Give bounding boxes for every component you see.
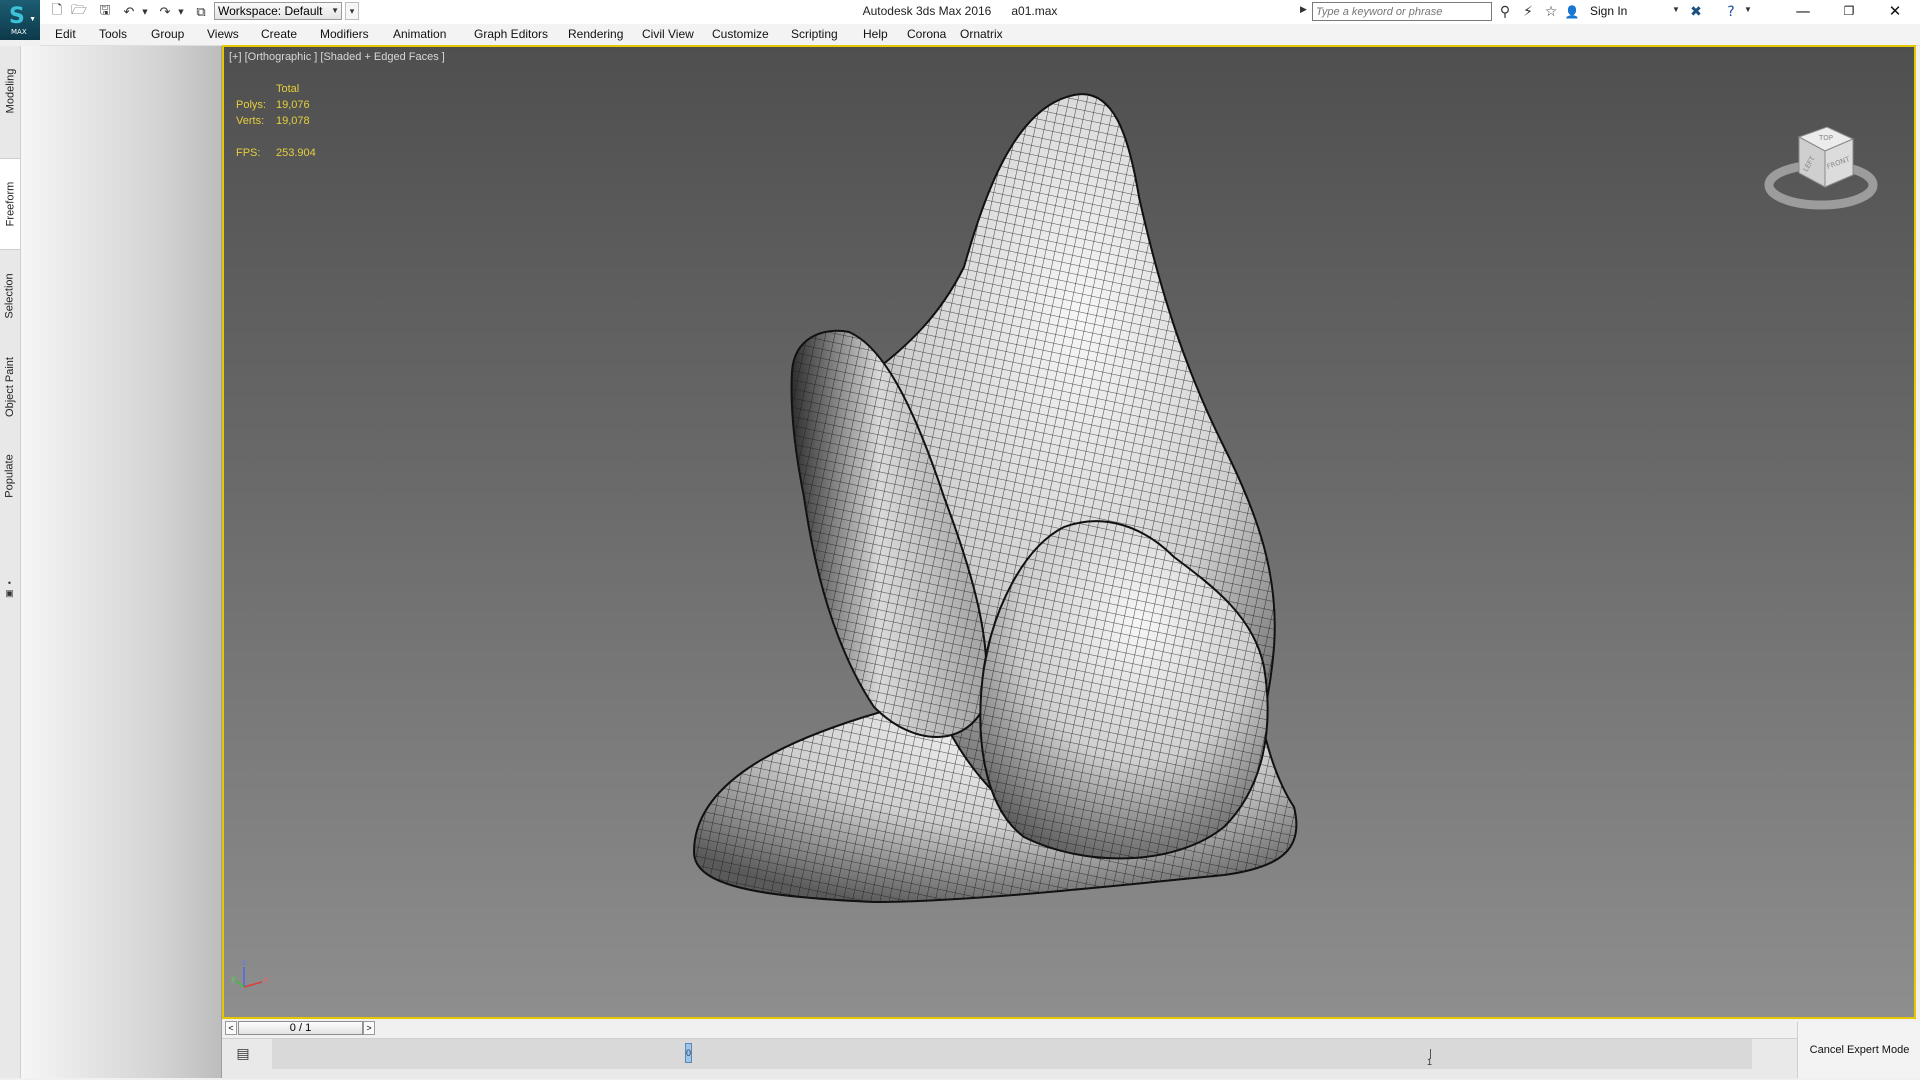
- chevron-down-icon: ▼: [331, 6, 339, 15]
- cancel-expert-mode-button[interactable]: Cancel Expert Mode: [1797, 1022, 1920, 1078]
- ribbon-tab-strip: Modeling Freeform Selection Object Paint…: [0, 46, 21, 1078]
- favorites-star-icon[interactable]: ☆: [1542, 3, 1560, 21]
- viewcube-top-label[interactable]: TOP: [1818, 134, 1833, 142]
- viewport-orthographic[interactable]: [+] [Orthographic ] [Shaded + Edged Face…: [222, 45, 1916, 1019]
- menu-rendering[interactable]: Rendering: [568, 27, 623, 41]
- mini-curve-editor-icon[interactable]: ▤: [234, 1045, 252, 1063]
- workspace-dropdown[interactable]: Workspace: Default ▼: [214, 2, 342, 20]
- ribbon-minimize-icon[interactable]: • ▣: [4, 578, 15, 600]
- close-icon[interactable]: ✕: [1872, 0, 1918, 24]
- chevron-down-icon[interactable]: ▼: [1672, 5, 1680, 14]
- title-bar: S MAX ▼ 🗋 🗁 🖫 ↶ ▼ ↷ ▼ ⧉ Workspace: Defau…: [0, 0, 1920, 40]
- binoculars-icon[interactable]: ⚲: [1496, 3, 1514, 21]
- track-end-label: 1: [1427, 1057, 1433, 1067]
- menu-bar: Edit Tools Group Views Create Modifiers …: [40, 24, 1920, 46]
- track-current-frame-marker[interactable]: 0: [685, 1043, 692, 1063]
- tab-modeling[interactable]: Modeling: [0, 56, 20, 126]
- menu-animation[interactable]: Animation: [393, 27, 446, 41]
- menu-modifiers[interactable]: Modifiers: [320, 27, 369, 41]
- window-title: Autodesk 3ds Max 2016 a01.max: [862, 4, 1058, 18]
- track-bar-timeline[interactable]: 0 1: [272, 1039, 1752, 1069]
- ribbon-panel: [21, 46, 222, 1078]
- app-logo-text: MAX: [11, 28, 27, 36]
- time-slider: < 0 / 1 >: [222, 1020, 1797, 1038]
- open-file-icon[interactable]: 🗁: [70, 3, 88, 21]
- sign-in-link[interactable]: Sign In: [1590, 4, 1627, 18]
- tab-object-paint[interactable]: Object Paint: [0, 342, 20, 432]
- help-icon[interactable]: ?: [1722, 3, 1740, 21]
- communication-center-icon[interactable]: ⚡: [1519, 3, 1537, 21]
- app-logo-icon: S: [9, 4, 25, 29]
- quick-access-customize-icon[interactable]: ▾: [345, 2, 359, 20]
- menu-customize[interactable]: Customize: [712, 27, 769, 41]
- menu-edit[interactable]: Edit: [55, 27, 76, 41]
- workspace-label: Workspace: Default: [218, 4, 323, 18]
- save-icon[interactable]: 🖫: [96, 3, 114, 21]
- time-slider-next-button[interactable]: >: [363, 1021, 375, 1035]
- axis-x-label: x: [264, 975, 269, 984]
- viewcube[interactable]: TOP LEFT FRONT: [1759, 107, 1879, 217]
- chevron-down-icon[interactable]: ▼: [1744, 5, 1752, 14]
- project-folder-icon[interactable]: ⧉: [192, 3, 210, 21]
- menu-ornatrix[interactable]: Ornatrix: [960, 27, 1003, 41]
- tab-populate[interactable]: Populate: [0, 436, 20, 516]
- redo-dropdown-icon[interactable]: ▼: [176, 3, 186, 21]
- menu-tools[interactable]: Tools: [99, 27, 127, 41]
- minimize-icon[interactable]: —: [1780, 0, 1826, 24]
- time-slider-thumb[interactable]: 0 / 1: [238, 1021, 363, 1035]
- menu-views[interactable]: Views: [207, 27, 239, 41]
- menu-create[interactable]: Create: [261, 27, 297, 41]
- restore-icon[interactable]: ❐: [1826, 0, 1872, 24]
- redo-icon[interactable]: ↷: [156, 3, 174, 21]
- time-slider-prev-button[interactable]: <: [225, 1021, 237, 1035]
- menu-group[interactable]: Group: [151, 27, 184, 41]
- undo-icon[interactable]: ↶: [120, 3, 138, 21]
- chevron-down-icon: ▼: [29, 16, 36, 23]
- user-icon[interactable]: 👤: [1563, 3, 1581, 21]
- search-expand-icon[interactable]: ▶: [1300, 4, 1307, 15]
- track-bar: ▤ 0 1: [222, 1038, 1797, 1079]
- application-menu-button[interactable]: S MAX ▼: [0, 0, 40, 40]
- axis-y-label: y: [231, 974, 236, 983]
- tab-freeform[interactable]: Freeform: [0, 158, 20, 250]
- mesh-object[interactable]: [224, 47, 1914, 1017]
- axis-tripod: z x y: [231, 958, 269, 988]
- new-file-icon[interactable]: 🗋: [48, 3, 66, 21]
- menu-corona[interactable]: Corona: [907, 27, 946, 41]
- menu-graph-editors[interactable]: Graph Editors: [474, 27, 548, 41]
- search-input[interactable]: [1312, 2, 1492, 21]
- tab-selection[interactable]: Selection: [0, 251, 20, 341]
- undo-dropdown-icon[interactable]: ▼: [140, 3, 150, 21]
- axis-z-label: z: [242, 958, 246, 967]
- menu-scripting[interactable]: Scripting: [791, 27, 838, 41]
- menu-help[interactable]: Help: [863, 27, 888, 41]
- exchange-apps-icon[interactable]: ✖: [1687, 3, 1705, 21]
- menu-civil-view[interactable]: Civil View: [642, 27, 694, 41]
